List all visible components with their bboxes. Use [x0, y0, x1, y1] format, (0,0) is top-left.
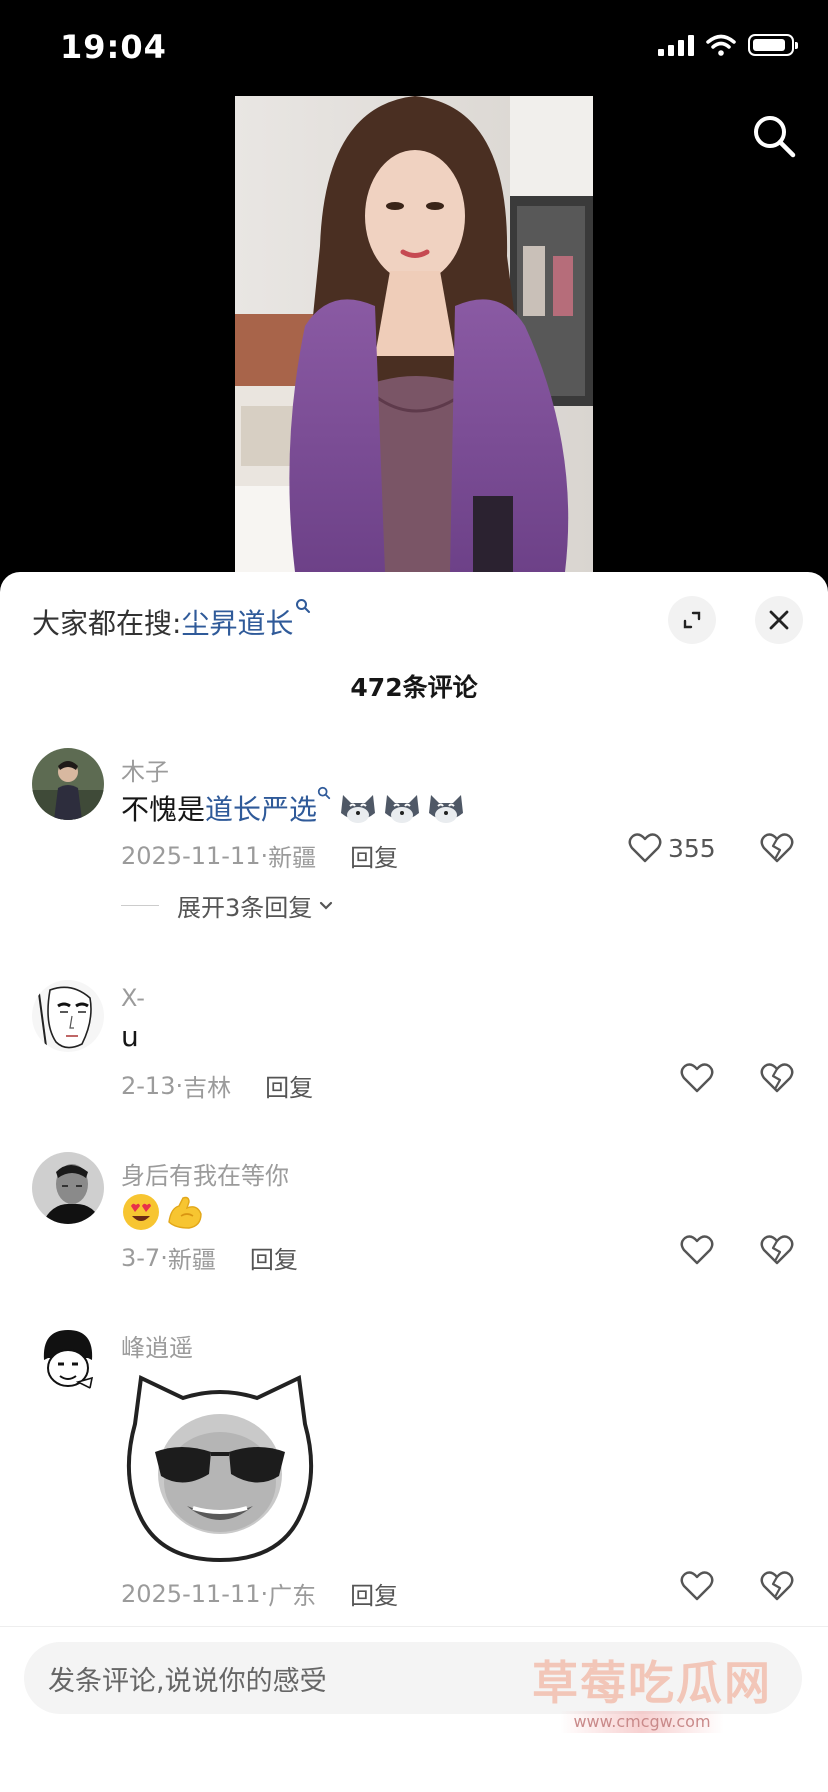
broken-heart-icon — [760, 833, 794, 863]
avatar[interactable] — [32, 980, 104, 1052]
avatar-image — [32, 748, 104, 820]
meta-separator: · — [260, 1579, 269, 1608]
comment-username[interactable]: 身后有我在等你 — [121, 1156, 289, 1191]
comment-username[interactable]: 木子 — [121, 752, 169, 787]
comment-count: 472条评论 — [350, 673, 478, 702]
meta-separator: · — [160, 1243, 168, 1272]
video-frame-image — [235, 96, 593, 572]
status-time: 19:04 — [60, 28, 167, 66]
comment-text: 不愧是 道长严选 — [121, 786, 465, 828]
battery-icon — [748, 34, 798, 56]
comment-text: u — [121, 1020, 139, 1053]
comment-date: 2025-11-11 — [121, 1579, 261, 1608]
like-button[interactable] — [680, 1570, 714, 1602]
dislike-button[interactable] — [760, 1234, 794, 1270]
comment-location: 广东 — [268, 1582, 317, 1610]
cellular-signal-icon — [658, 34, 694, 56]
comment-input[interactable]: 发条评论,说说你的感受 — [24, 1642, 802, 1714]
comment-meta: 2025-11-11 · 广东 回复 — [121, 1576, 398, 1611]
close-button[interactable] — [755, 596, 803, 644]
wifi-icon — [706, 34, 736, 56]
comment-sheet: 大家都在搜: 尘昇道长 472条评论 木子 不愧是 道长严选 2025-11-1… — [0, 572, 828, 1792]
hot-search-keyword-text: 尘昇道长 — [181, 607, 294, 640]
broken-heart-icon — [760, 1063, 794, 1093]
avatar[interactable] — [32, 748, 104, 820]
fullscreen-button[interactable] — [668, 596, 716, 644]
input-divider — [0, 1626, 828, 1627]
divider-line — [121, 905, 159, 906]
comment-location: 吉林 — [183, 1074, 232, 1102]
status-icons — [658, 34, 798, 56]
reply-button[interactable]: 回复 — [350, 838, 398, 873]
comment-sticker[interactable] — [121, 1364, 319, 1563]
comment-text-prefix: 不愧是 — [121, 793, 206, 826]
comment-text — [121, 1192, 205, 1232]
dislike-button[interactable] — [760, 832, 794, 868]
comment-input-placeholder: 发条评论,说说你的感受 — [48, 1665, 327, 1697]
flexed-biceps-emoji-icon — [168, 1196, 202, 1229]
comment-username[interactable]: X- — [121, 984, 145, 1012]
status-bar: 19:04 — [0, 0, 828, 96]
emoji-row — [339, 791, 465, 825]
like-button[interactable] — [680, 1062, 714, 1094]
reply-button[interactable]: 回复 — [250, 1240, 298, 1275]
comment-keyword-text: 道长严选 — [205, 793, 318, 826]
meta-separator: · — [175, 1071, 184, 1100]
sunglasses-face-sticker-image — [121, 1364, 319, 1563]
broken-heart-icon — [760, 1235, 794, 1265]
husky-emoji-icon — [385, 795, 420, 823]
heart-icon — [680, 1571, 714, 1601]
comment-date: 3-7 — [121, 1243, 161, 1272]
screen: 19:04 大家都在搜: 尘昇道长 472条评论 木子 不愧是 道长严选 202… — [0, 0, 828, 1792]
heart-icon — [628, 833, 662, 863]
search-icon[interactable] — [750, 112, 798, 160]
husky-emoji-icon — [341, 795, 376, 823]
keyword-search-icon — [317, 786, 331, 800]
meta-separator: · — [260, 841, 269, 870]
chevron-down-icon — [320, 901, 333, 910]
comment-date: 2-13 — [121, 1071, 176, 1100]
hot-search-bar: 大家都在搜: 尘昇道长 — [32, 599, 311, 642]
like-button[interactable]: 355 — [628, 832, 716, 864]
comment-date: 2025-11-11 — [121, 841, 261, 870]
expand-replies-label: 展开3条回复 — [177, 894, 313, 922]
husky-emoji-icon — [429, 795, 464, 823]
reply-button[interactable]: 回复 — [350, 1576, 398, 1611]
watermark-url: www.cmcgw.com — [560, 1711, 724, 1733]
avatar-image — [32, 1152, 104, 1224]
hot-search-keyword[interactable]: 尘昇道长 — [181, 599, 311, 642]
avatar[interactable] — [32, 1152, 104, 1224]
heart-eyes-emoji-icon — [123, 1194, 159, 1230]
comment-location: 新疆 — [268, 844, 317, 872]
like-button[interactable] — [680, 1234, 714, 1266]
expand-icon — [683, 611, 701, 629]
comment-meta: 2025-11-11 · 新疆 回复 — [121, 838, 398, 873]
heart-icon — [680, 1063, 714, 1093]
avatar[interactable] — [32, 1324, 104, 1396]
broken-heart-icon — [760, 1571, 794, 1601]
comment-meta: 2-13 · 吉林 回复 — [121, 1068, 313, 1103]
like-count: 355 — [668, 833, 716, 863]
keyword-search-icon — [296, 599, 311, 613]
video-player[interactable] — [235, 96, 593, 572]
avatar-image — [32, 980, 104, 1052]
expand-replies-button[interactable]: 展开3条回复 — [121, 888, 334, 923]
comment-username[interactable]: 峰逍遥 — [121, 1328, 193, 1363]
avatar-image — [32, 1324, 104, 1396]
heart-icon — [680, 1235, 714, 1265]
dislike-button[interactable] — [760, 1570, 794, 1606]
comment-keyword-link[interactable]: 道长严选 — [205, 786, 331, 828]
reply-button[interactable]: 回复 — [265, 1068, 313, 1103]
close-icon — [769, 610, 789, 630]
comment-meta: 3-7 · 新疆 回复 — [121, 1240, 298, 1275]
dislike-button[interactable] — [760, 1062, 794, 1098]
hot-search-label: 大家都在搜: — [32, 607, 182, 640]
comment-location: 新疆 — [167, 1246, 216, 1274]
